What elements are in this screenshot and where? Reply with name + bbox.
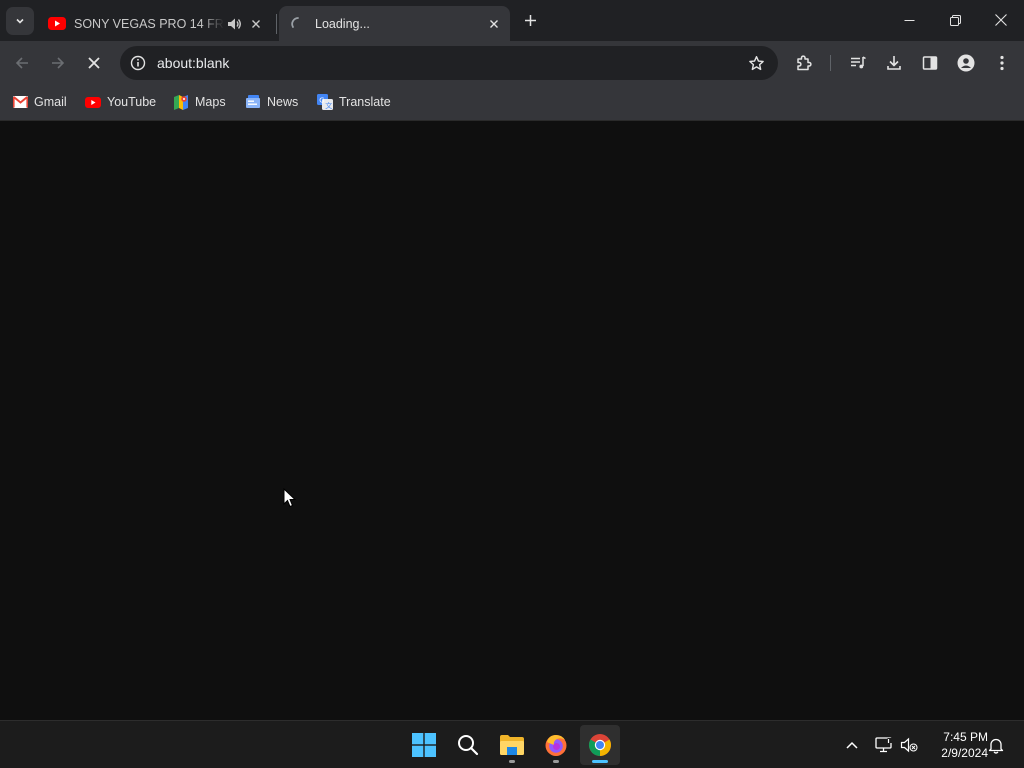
tab-close-icon[interactable] <box>246 14 266 34</box>
tab-strip: SONY VEGAS PRO 14 FREE Loading... <box>0 0 1024 41</box>
plus-icon <box>524 14 536 26</box>
start-button[interactable] <box>404 725 444 765</box>
stop-loading-icon <box>88 57 100 69</box>
windows-taskbar: 7:45 PM 2/9/2024 <box>0 720 1024 768</box>
bookmark-gmail[interactable]: Gmail <box>12 91 67 113</box>
youtube-icon <box>48 15 66 33</box>
clock-time: 7:45 PM <box>943 730 988 744</box>
page-content[interactable] <box>0 121 1024 720</box>
forward-arrow-icon <box>52 57 65 69</box>
taskbar-chrome[interactable] <box>580 725 620 765</box>
restore-button[interactable] <box>932 0 978 40</box>
news-icon <box>245 94 261 110</box>
mouse-cursor-icon <box>283 488 297 508</box>
minimize-icon <box>904 19 914 21</box>
clock-date: 2/9/2024 <box>941 746 988 760</box>
tab-title: SONY VEGAS PRO 14 FREE <box>74 16 224 31</box>
forward-button[interactable] <box>43 48 73 78</box>
stop-loading-button[interactable] <box>79 48 109 78</box>
tab-separator <box>276 14 277 34</box>
bookmarks-bar: Gmail YouTube Maps News G文 Translate <box>0 84 1024 121</box>
url-text[interactable]: about:blank <box>157 55 229 71</box>
toolbar-divider <box>830 55 831 71</box>
chrome-icon <box>589 734 611 756</box>
side-panel-icon <box>922 56 938 70</box>
media-control-button[interactable] <box>843 48 873 78</box>
volume-muted-icon[interactable] <box>897 733 921 757</box>
side-panel-button[interactable] <box>915 48 945 78</box>
new-tab-button[interactable] <box>518 8 542 32</box>
taskbar-file-explorer[interactable] <box>492 725 532 765</box>
menu-button[interactable] <box>987 48 1017 78</box>
close-window-button[interactable] <box>978 0 1024 40</box>
taskbar-search-button[interactable] <box>448 725 488 765</box>
search-icon <box>458 735 479 756</box>
downloads-button[interactable] <box>879 48 909 78</box>
maps-icon <box>173 94 189 110</box>
close-icon <box>995 14 1007 26</box>
taskbar-firefox[interactable] <box>536 725 576 765</box>
loading-spinner-icon <box>289 15 307 33</box>
speaker-audio-icon[interactable] <box>224 14 244 34</box>
bookmark-star-icon[interactable] <box>744 51 768 75</box>
minimize-button[interactable] <box>886 0 932 40</box>
network-icon[interactable] <box>872 733 896 757</box>
browser-toolbar: about:blank <box>0 41 1024 84</box>
bookmark-news[interactable]: News <box>245 91 298 113</box>
bookmark-translate[interactable]: G文 Translate <box>317 91 391 113</box>
chevron-down-icon <box>16 18 24 24</box>
site-info-icon[interactable] <box>126 51 150 75</box>
bookmark-label: Translate <box>339 95 391 109</box>
restore-icon <box>949 14 961 26</box>
address-bar[interactable]: about:blank <box>120 46 778 80</box>
extensions-icon <box>797 55 812 71</box>
youtube-icon <box>85 94 101 110</box>
running-indicator <box>509 760 515 763</box>
bookmark-label: Maps <box>195 95 226 109</box>
tab-title: Loading... <box>315 16 370 31</box>
firefox-icon <box>545 735 567 756</box>
media-control-icon <box>851 56 866 69</box>
notifications-bell-icon[interactable] <box>984 733 1008 757</box>
bookmark-youtube[interactable]: YouTube <box>85 91 156 113</box>
bookmark-label: News <box>267 95 299 109</box>
profile-icon <box>957 54 975 72</box>
tab-loading[interactable]: Loading... <box>279 6 510 41</box>
back-button[interactable] <box>7 48 37 78</box>
active-indicator <box>592 760 608 763</box>
downloads-icon <box>887 56 901 70</box>
bookmark-label: YouTube <box>107 95 157 109</box>
tab-youtube[interactable]: SONY VEGAS PRO 14 FREE <box>38 6 272 41</box>
svg-text:G: G <box>319 97 324 105</box>
windows-start-icon <box>412 733 436 757</box>
running-indicator <box>553 760 559 763</box>
tab-close-icon[interactable] <box>484 14 504 34</box>
bookmark-maps[interactable]: Maps <box>173 91 226 113</box>
profile-button[interactable] <box>951 48 981 78</box>
file-explorer-icon <box>500 735 524 755</box>
system-clock[interactable]: 7:45 PM 2/9/2024 <box>924 729 988 761</box>
svg-text:文: 文 <box>325 101 332 110</box>
tab-search-button[interactable] <box>6 7 34 35</box>
bookmark-label: Gmail <box>34 95 67 109</box>
back-arrow-icon <box>15 57 28 69</box>
gmail-icon <box>12 94 28 110</box>
menu-dots-icon <box>1000 55 1004 71</box>
translate-icon: G文 <box>317 94 333 110</box>
show-hidden-icons-chevron[interactable] <box>840 733 864 757</box>
extensions-button[interactable] <box>789 48 819 78</box>
